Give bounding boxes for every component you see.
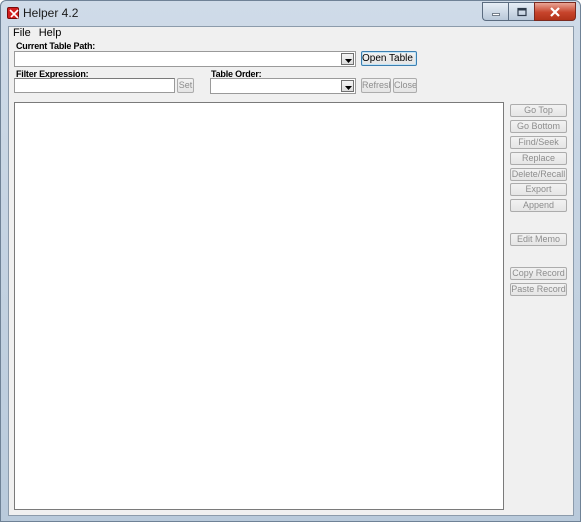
go-bottom-button[interactable]: Go Bottom	[510, 120, 567, 133]
filter-expression-input[interactable]	[14, 78, 175, 93]
find-seek-button[interactable]: Find/Seek	[510, 136, 567, 149]
open-table-button[interactable]: Open Table ...	[361, 51, 417, 66]
maximize-button[interactable]	[508, 2, 534, 21]
title-bar[interactable]: Helper 4.2	[1, 1, 580, 25]
app-window: Helper 4.2 File Help Current Table Path:	[0, 0, 581, 522]
refresh-button[interactable]: Refresh	[361, 78, 391, 93]
edit-memo-button[interactable]: Edit Memo	[510, 233, 567, 246]
app-logo-icon[interactable]	[7, 7, 19, 19]
copy-record-button[interactable]: Copy Record	[510, 267, 567, 280]
chevron-down-icon	[345, 59, 352, 63]
close-window-button[interactable]	[534, 2, 576, 21]
minimize-button[interactable]	[482, 2, 508, 21]
table-order-combo[interactable]	[210, 78, 356, 94]
paste-record-button[interactable]: Paste Record	[510, 283, 567, 296]
export-button[interactable]: Export	[510, 183, 567, 196]
table-grid[interactable]	[14, 102, 504, 510]
chevron-down-icon	[345, 86, 352, 90]
client-area: File Help Current Table Path: Open Table…	[8, 26, 574, 516]
set-filter-button[interactable]: Set	[177, 78, 194, 93]
window-title: Helper 4.2	[23, 6, 79, 20]
close-table-button[interactable]: Close	[393, 78, 417, 93]
delete-recall-button[interactable]: Delete/Recall	[510, 168, 567, 181]
menu-help[interactable]: Help	[35, 27, 66, 40]
replace-button[interactable]: Replace	[510, 152, 567, 165]
menu-bar: File Help	[9, 27, 573, 40]
table-path-label: Current Table Path:	[16, 41, 96, 51]
window-controls	[482, 2, 576, 21]
menu-file[interactable]: File	[9, 27, 35, 40]
table-path-combo[interactable]	[14, 51, 356, 67]
append-button[interactable]: Append	[510, 199, 567, 212]
close-icon	[550, 6, 560, 17]
go-top-button[interactable]: Go Top	[510, 104, 567, 117]
table-order-dropdown-button[interactable]	[341, 80, 354, 92]
minimize-icon	[491, 12, 500, 16]
maximize-icon	[516, 7, 527, 16]
table-path-dropdown-button[interactable]	[341, 53, 354, 65]
